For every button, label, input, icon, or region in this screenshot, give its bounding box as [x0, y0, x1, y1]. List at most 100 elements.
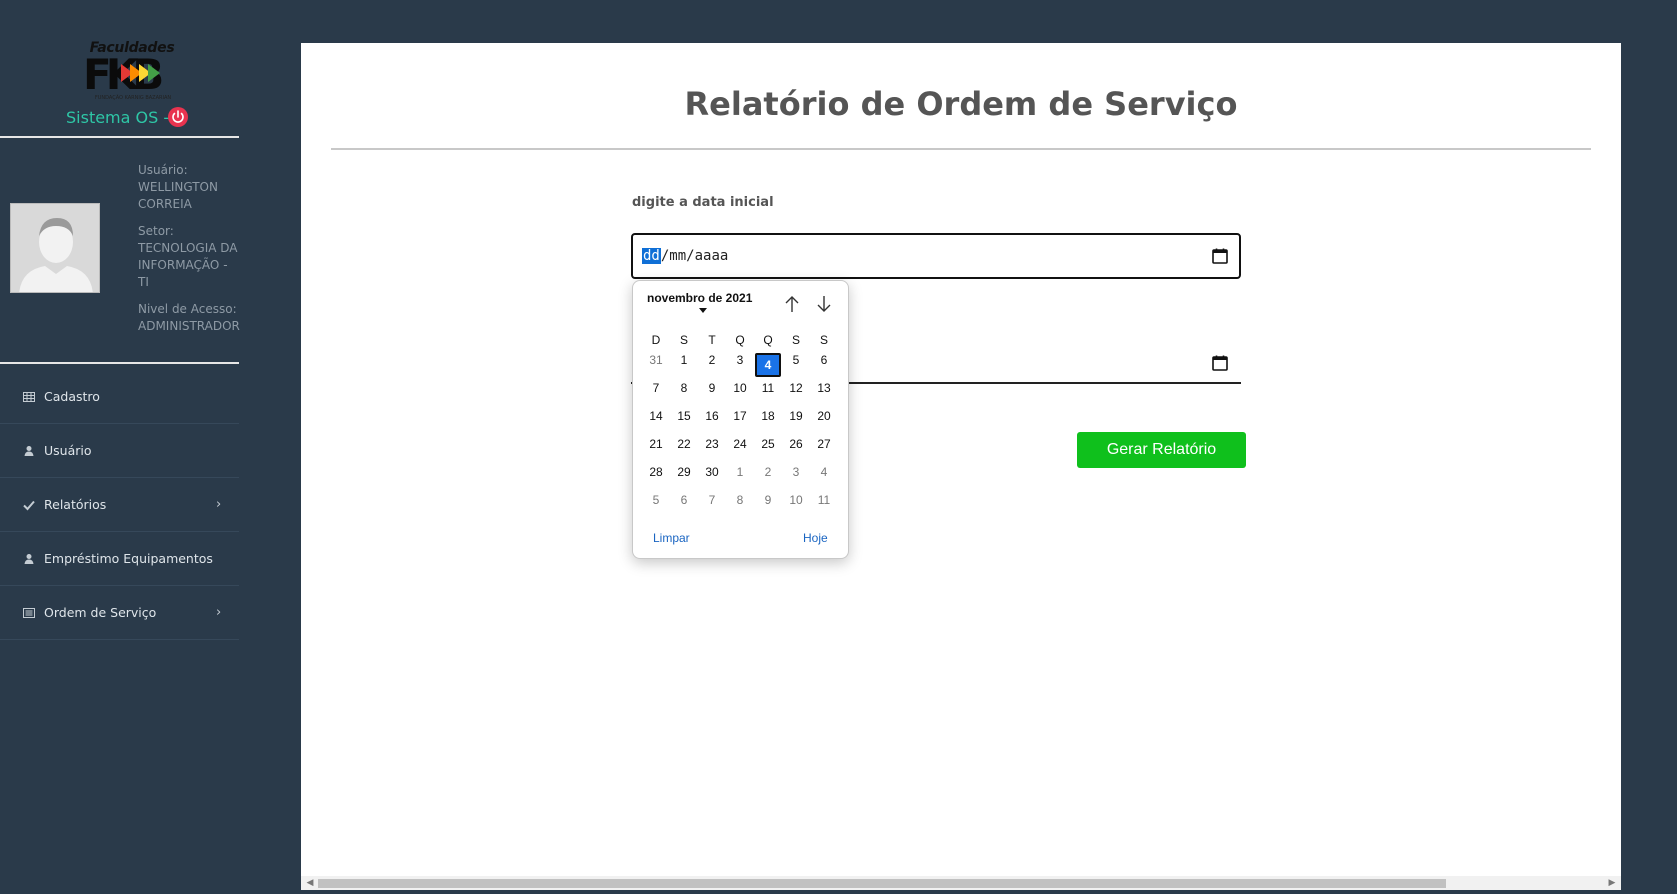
clear-button[interactable]: Limpar: [653, 531, 690, 545]
calendar-day[interactable]: 6: [811, 353, 837, 377]
chevron-right-icon: ›: [216, 497, 222, 512]
calendar-day[interactable]: 10: [783, 493, 809, 517]
sidebar-divider: [0, 362, 239, 364]
calendar-day[interactable]: 20: [811, 409, 837, 433]
sidebar-item-ordem-servico[interactable]: Ordem de Serviço ›: [0, 586, 239, 640]
calendar-day[interactable]: 4: [755, 353, 781, 377]
calendar-day[interactable]: 16: [699, 409, 725, 433]
sidebar: Faculdades FKB FUNDAÇÃO KARNIG BAZARIAN …: [0, 0, 240, 894]
sector-label: Setor:: [138, 224, 174, 238]
sidebar-item-label: Usuário: [44, 443, 92, 458]
calendar-day[interactable]: 3: [727, 353, 753, 377]
sidebar-item-cadastro[interactable]: Cadastro: [0, 370, 239, 424]
next-month-button[interactable]: [813, 293, 835, 315]
weekday-label: T: [708, 333, 716, 347]
month-year-selector[interactable]: novembro de 2021: [647, 291, 752, 305]
access-name: ADMINISTRADOR: [138, 319, 240, 333]
calendar-day[interactable]: 11: [811, 493, 837, 517]
calendar-day[interactable]: 21: [643, 437, 669, 461]
scrollbar-thumb[interactable]: [318, 879, 1446, 888]
calendar-day[interactable]: 1: [671, 353, 697, 377]
sidebar-item-label: Cadastro: [44, 389, 100, 404]
app-title: Sistema OS -: [66, 108, 170, 127]
calendar-day[interactable]: 9: [699, 381, 725, 405]
calendar-day[interactable]: 2: [699, 353, 725, 377]
calendar-day[interactable]: 18: [755, 409, 781, 433]
calendar-day[interactable]: 3: [783, 465, 809, 489]
calendar-day[interactable]: 8: [727, 493, 753, 517]
calendar-day[interactable]: 8: [671, 381, 697, 405]
previous-month-button[interactable]: [781, 293, 803, 315]
generate-report-button[interactable]: Gerar Relatório: [1077, 432, 1246, 468]
calendar-day[interactable]: 7: [643, 381, 669, 405]
sidebar-item-emprestimo[interactable]: Empréstimo Equipamentos: [0, 532, 239, 586]
calendar-icon[interactable]: [1211, 354, 1229, 372]
sidebar-item-usuario[interactable]: Usuário: [0, 424, 239, 478]
weekday-label: S: [791, 333, 800, 347]
calendar-day[interactable]: 17: [727, 409, 753, 433]
calendar-day[interactable]: 10: [727, 381, 753, 405]
scroll-right-icon[interactable]: ▶: [1605, 877, 1619, 889]
calendar-day[interactable]: 11: [755, 381, 781, 405]
sidebar-divider: [0, 136, 239, 138]
calendar-day[interactable]: 7: [699, 493, 725, 517]
logo: Faculdades FKB FUNDAÇÃO KARNIG BAZARIAN: [81, 40, 183, 102]
caret-down-icon[interactable]: [699, 308, 707, 313]
weekday-label: D: [651, 333, 661, 347]
sidebar-item-relatorios[interactable]: Relatórios ›: [0, 478, 239, 532]
calendar-day[interactable]: 31: [643, 353, 669, 377]
calendar-day[interactable]: 28: [643, 465, 669, 489]
start-date-input[interactable]: dd/mm/aaaa: [631, 233, 1241, 279]
calendar-day[interactable]: 23: [699, 437, 725, 461]
calendar-day[interactable]: 1: [727, 465, 753, 489]
calendar-day[interactable]: 9: [755, 493, 781, 517]
calendar-day[interactable]: 2: [755, 465, 781, 489]
calendar-day[interactable]: 5: [643, 493, 669, 517]
sidebar-item-label: Relatórios: [44, 497, 107, 512]
horizontal-scrollbar[interactable]: ◀ ▶: [301, 876, 1621, 890]
weekday-label: Q: [735, 333, 745, 347]
calendar-day[interactable]: 19: [783, 409, 809, 433]
calendar-day[interactable]: 13: [811, 381, 837, 405]
user-label: Usuário:: [138, 163, 188, 177]
today-button[interactable]: Hoje: [803, 531, 828, 545]
calendar-day[interactable]: 29: [671, 465, 697, 489]
calendar-day[interactable]: 26: [783, 437, 809, 461]
calendar-day[interactable]: 12: [783, 381, 809, 405]
check-icon: [23, 499, 35, 511]
sidebar-item-label: Empréstimo Equipamentos: [44, 551, 213, 566]
sidebar-item-label: Ordem de Serviço: [44, 605, 157, 620]
main-content: Relatório de Ordem de Serviço digite a d…: [301, 43, 1621, 878]
list-icon: [23, 607, 35, 619]
date-segment-day[interactable]: dd: [642, 248, 661, 264]
power-icon[interactable]: [168, 107, 188, 127]
start-date-label: digite a data inicial: [632, 195, 774, 210]
calendar-day[interactable]: 15: [671, 409, 697, 433]
date-segment-month[interactable]: mm: [669, 248, 686, 264]
calendar-day[interactable]: 14: [643, 409, 669, 433]
calendar-day[interactable]: 25: [755, 437, 781, 461]
user-icon: [23, 445, 35, 457]
title-divider: [331, 148, 1591, 150]
weekday-label: S: [819, 333, 828, 347]
table-icon: [23, 391, 35, 403]
access-label: Nivel de Acesso:: [138, 302, 237, 316]
page-title: Relatório de Ordem de Serviço: [684, 85, 1238, 123]
calendar-day[interactable]: 27: [811, 437, 837, 461]
calendar-icon[interactable]: [1211, 247, 1229, 265]
calendar-day[interactable]: 4: [811, 465, 837, 489]
user-info: Usuário: WELLINGTON CORREIA Setor: TECNO…: [138, 162, 240, 345]
calendar-day[interactable]: 5: [783, 353, 809, 377]
chevron-right-icon: ›: [216, 605, 222, 620]
start-date-text: dd/mm/aaaa: [642, 248, 729, 264]
weekday-label: Q: [763, 333, 773, 347]
calendar-day[interactable]: 22: [671, 437, 697, 461]
calendar-day[interactable]: 24: [727, 437, 753, 461]
avatar: [10, 203, 100, 293]
arrow-down-icon: [817, 296, 831, 312]
weekday-label: S: [679, 333, 688, 347]
calendar-day[interactable]: 6: [671, 493, 697, 517]
date-segment-year[interactable]: aaaa: [695, 248, 729, 264]
calendar-day[interactable]: 30: [699, 465, 725, 489]
scroll-left-icon[interactable]: ◀: [303, 877, 317, 889]
